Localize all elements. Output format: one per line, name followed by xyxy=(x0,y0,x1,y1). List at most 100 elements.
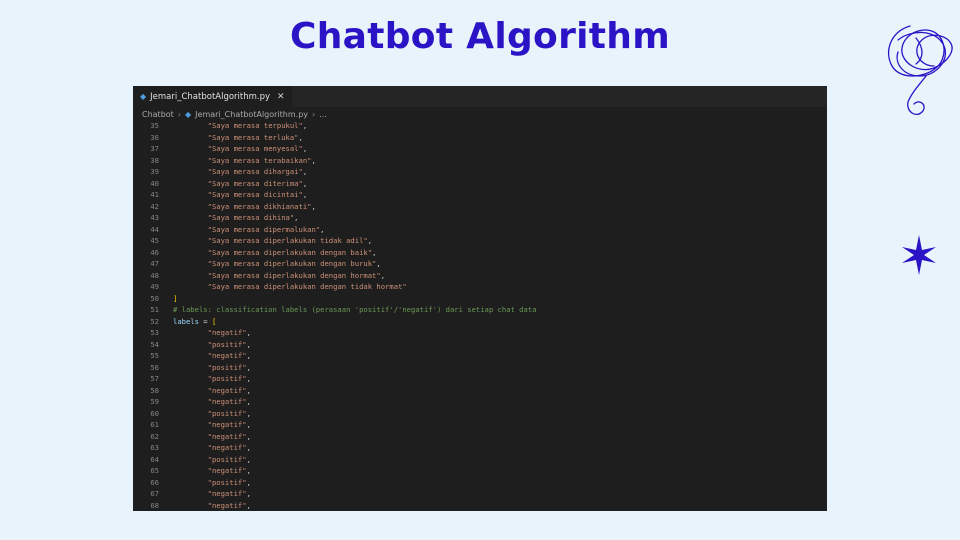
code-token: "Saya merasa terabaikan" xyxy=(207,155,312,165)
breadcrumb-folder[interactable]: Chatbot xyxy=(142,110,174,119)
code-token: "negatif" xyxy=(207,489,247,499)
code-line: 53 "negatif", xyxy=(133,327,827,339)
line-number: 43 xyxy=(150,213,159,223)
code-token: , xyxy=(246,328,251,338)
line-number: 54 xyxy=(150,339,159,349)
code-token: , xyxy=(302,121,308,131)
code-token: "negatif" xyxy=(207,443,247,453)
code-token: , xyxy=(311,201,316,211)
code-token: , xyxy=(376,259,381,269)
line-number: 40 xyxy=(150,178,159,188)
line-number: 38 xyxy=(150,155,159,165)
code-token: # labels: classification labels (perasaa… xyxy=(173,305,537,315)
code-line: 45 "Saya merasa diperlakukan tidak adil"… xyxy=(133,235,827,247)
slide: Chatbot Algorithm ◆ Jemari_ChatbotAlgori… xyxy=(0,0,960,540)
code-token: "Saya merasa diperlakukan dengan tidak h… xyxy=(207,282,407,292)
line-number: 51 xyxy=(150,305,159,315)
code-token: "Saya merasa diterima" xyxy=(207,178,303,188)
code-token: , xyxy=(246,466,251,476)
breadcrumb-trail[interactable]: ... xyxy=(319,110,327,119)
code-token: "positif" xyxy=(207,477,247,487)
code-token: [ xyxy=(211,316,217,326)
code-line: 48 "Saya merasa diperlakukan dengan horm… xyxy=(133,270,827,282)
code-line: 46 "Saya merasa diperlakukan dengan baik… xyxy=(133,247,827,259)
code-line: 44 "Saya merasa dipermalukan", xyxy=(133,224,827,236)
code-line: 35 "Saya merasa terpukul", xyxy=(133,120,827,132)
code-line: 68 "negatif", xyxy=(133,500,827,512)
line-number: 42 xyxy=(150,201,159,211)
code-token: , xyxy=(302,178,308,188)
code-area[interactable]: 35 "Saya merasa terpukul", 36 "Saya meras… xyxy=(133,120,827,511)
code-token: "Saya merasa terpukul" xyxy=(207,121,303,131)
code-token: "Saya merasa diperlakukan tidak adil" xyxy=(207,236,368,246)
code-line: 41 "Saya merasa dicintai", xyxy=(133,189,827,201)
code-line: 37 "Saya merasa menyesal", xyxy=(133,143,827,155)
code-token: "positif" xyxy=(207,454,247,464)
code-token: "positif" xyxy=(207,374,247,384)
code-token: = xyxy=(198,316,212,326)
code-token: "positif" xyxy=(207,362,247,372)
code-token: , xyxy=(302,190,308,200)
line-number: 65 xyxy=(150,466,159,476)
editor-tab[interactable]: ◆ Jemari_ChatbotAlgorithm.py ✕ xyxy=(133,86,292,107)
code-token: "Saya merasa diperlakukan dengan hormat" xyxy=(207,270,381,280)
code-token: , xyxy=(246,500,251,510)
code-line: 52 labels = [ xyxy=(133,316,827,328)
breadcrumb-file[interactable]: Jemari_ChatbotAlgorithm.py xyxy=(195,110,308,119)
code-token: "Saya merasa dihina" xyxy=(207,213,295,223)
line-number: 48 xyxy=(150,270,159,280)
close-icon[interactable]: ✕ xyxy=(277,92,285,102)
scribble-icon xyxy=(887,25,953,116)
line-number: 59 xyxy=(150,397,159,407)
code-token: "Saya merasa dicintai" xyxy=(207,190,303,200)
code-token: , xyxy=(246,351,251,361)
line-number: 61 xyxy=(150,420,159,430)
code-token: "negatif" xyxy=(207,500,247,510)
editor-tab-bar: ◆ Jemari_ChatbotAlgorithm.py ✕ xyxy=(133,86,827,107)
code-token: , xyxy=(367,236,373,246)
code-token: , xyxy=(320,224,325,234)
line-number: 49 xyxy=(150,282,159,292)
line-number: 56 xyxy=(150,362,159,372)
code-line: 62 "negatif", xyxy=(133,431,827,443)
line-number: 46 xyxy=(150,247,159,257)
code-token: , xyxy=(246,397,251,407)
code-line: 43 "Saya merasa dihina", xyxy=(133,212,827,224)
code-token: "Saya merasa dipermalukan" xyxy=(207,224,321,234)
code-line: 49 "Saya merasa diperlakukan dengan tida… xyxy=(133,281,827,293)
code-token: , xyxy=(246,443,251,453)
code-token: , xyxy=(246,420,251,430)
code-token: , xyxy=(380,270,386,280)
line-number: 66 xyxy=(150,477,159,487)
line-number: 44 xyxy=(150,224,159,234)
code-line: 54 "positif", xyxy=(133,339,827,351)
code-token: , xyxy=(311,155,316,165)
code-token: ] xyxy=(173,293,178,303)
line-number: 68 xyxy=(150,500,159,510)
line-number: 57 xyxy=(150,374,159,384)
code-line: 50] xyxy=(133,293,827,305)
code-line: 65 "negatif", xyxy=(133,465,827,477)
code-token: , xyxy=(246,374,251,384)
code-editor-screenshot: ◆ Jemari_ChatbotAlgorithm.py ✕ Chatbot ›… xyxy=(133,86,827,511)
code-token: , xyxy=(372,247,377,257)
line-number: 41 xyxy=(150,190,159,200)
